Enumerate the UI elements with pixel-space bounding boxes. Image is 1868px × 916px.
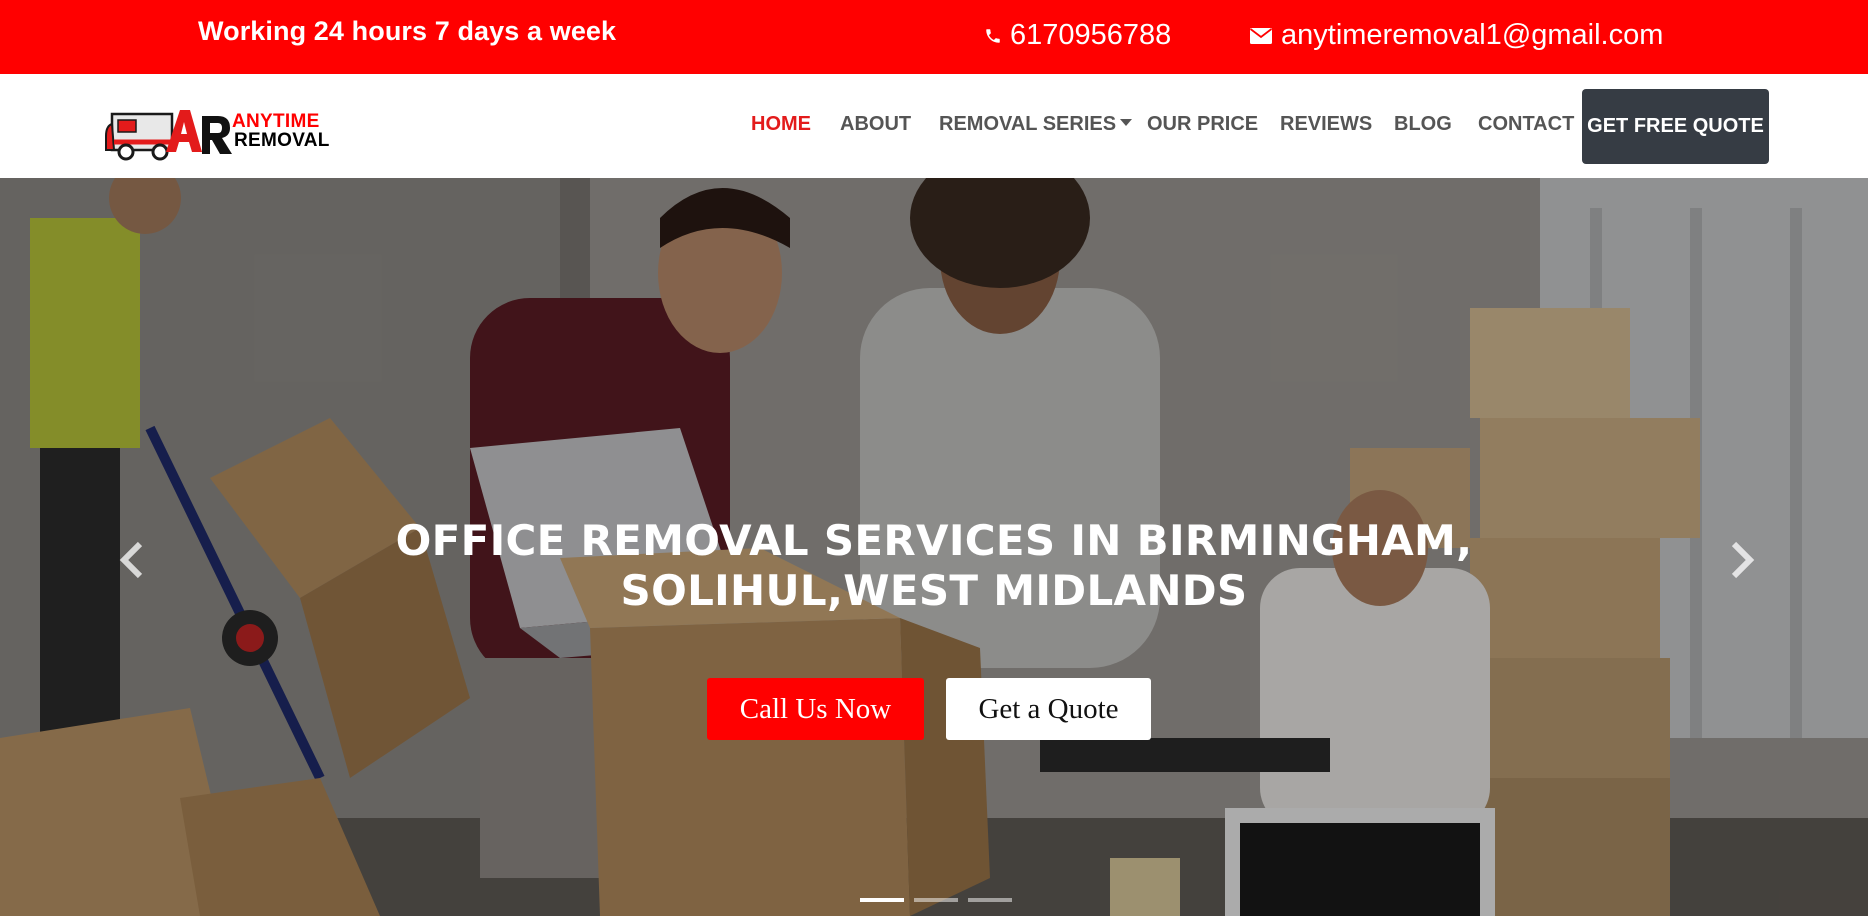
email-address: anytimeremoval1@gmail.com [1281,19,1664,51]
nav-blog[interactable]: BLOG [1394,113,1452,136]
hero-title: OFFICE REMOVAL SERVICES IN BIRMINGHAM, S… [395,516,1473,615]
hero-carousel: OFFICE REMOVAL SERVICES IN BIRMINGHAM, S… [0,178,1868,916]
caret-down-icon [1120,119,1133,127]
carousel-next-arrow[interactable] [1724,538,1760,582]
top-info-bar: Working 24 hours 7 days a week 617095678… [0,0,1868,74]
chevron-left-icon [119,541,143,579]
carousel-indicator-3[interactable] [968,898,1012,902]
nav-removal-series-label: REMOVAL SERIES [939,113,1117,135]
call-us-now-button[interactable]: Call Us Now [707,678,924,740]
chevron-right-icon [1731,541,1755,579]
carousel-indicator-1[interactable] [860,898,904,902]
nav-removal-series[interactable]: REMOVAL SERIES [939,113,1133,136]
carousel-prev-arrow[interactable] [114,538,150,582]
nav-our-price[interactable]: OUR PRICE [1147,113,1258,136]
nav-contact[interactable]: CONTACT [1478,113,1574,136]
nav-reviews[interactable]: REVIEWS [1280,113,1372,136]
envelope-icon [1249,26,1273,46]
carousel-indicator-2[interactable] [914,898,958,902]
phone-icon [984,26,1002,46]
get-free-quote-button[interactable]: GET FREE QUOTE [1582,89,1769,164]
phone-number: 6170956788 [1010,19,1172,51]
email-link[interactable]: anytimeremoval1@gmail.com [1249,19,1663,52]
phone-link[interactable]: 6170956788 [984,19,1171,52]
get-a-quote-button[interactable]: Get a Quote [946,678,1151,740]
nav-about[interactable]: ABOUT [840,113,911,136]
site-header: ANYTIME REMOVAL HOME ABOUT REMOVAL SERIE… [0,74,1868,178]
nav-home[interactable]: HOME [751,113,811,136]
carousel-indicators [860,898,1012,902]
main-nav: HOME ABOUT REMOVAL SERIES OUR PRICE REVI… [0,74,1868,178]
working-hours-text: Working 24 hours 7 days a week [198,16,617,46]
